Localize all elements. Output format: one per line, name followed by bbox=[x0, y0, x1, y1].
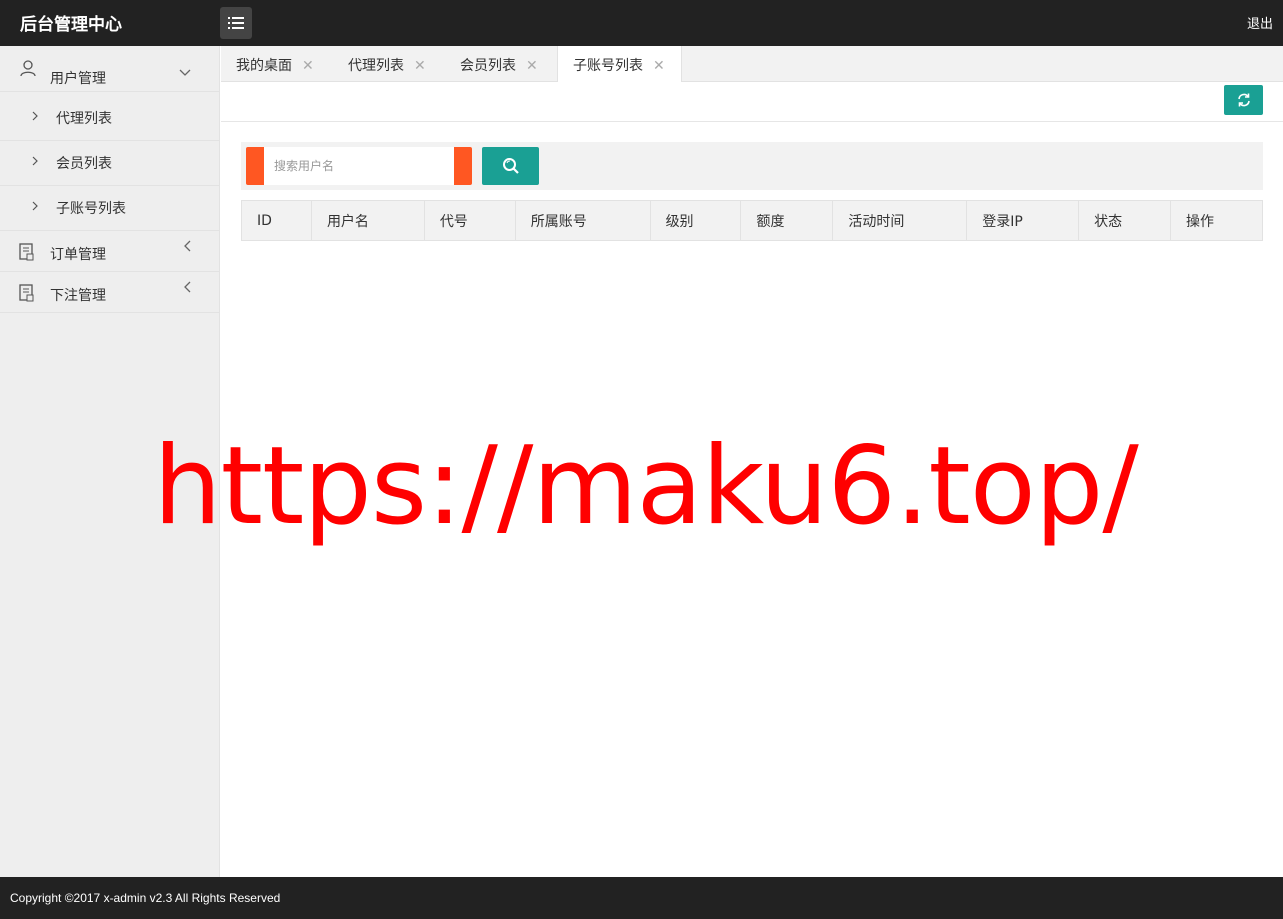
tab-label: 会员列表 bbox=[460, 58, 516, 74]
copyright-text: Copyright ©2017 x-admin v2.3 All Rights … bbox=[10, 891, 281, 905]
tab-my-desktop[interactable]: 我的桌面 ✕ bbox=[236, 46, 314, 82]
column-header-code: 代号 bbox=[423, 200, 516, 241]
tab-bar: 我的桌面 ✕ 代理列表 ✕ 会员列表 ✕ 子账号列表 ✕ bbox=[221, 46, 1283, 83]
top-header: 后台管理中心 退出 bbox=[0, 0, 1283, 46]
tab-label: 我的桌面 bbox=[236, 58, 292, 74]
column-header-activity-time: 活动时间 bbox=[832, 200, 968, 241]
search-input-wrapper bbox=[246, 147, 472, 185]
menu-icon bbox=[228, 17, 244, 29]
tab-agent-list[interactable]: 代理列表 ✕ bbox=[348, 46, 426, 82]
close-icon[interactable]: ✕ bbox=[302, 58, 314, 74]
user-icon bbox=[19, 59, 37, 81]
sidebar-group-label: 用户管理 bbox=[50, 71, 106, 87]
sidebar-group-user-management[interactable]: 用户管理 bbox=[0, 46, 219, 92]
tab-label: 子账号列表 bbox=[573, 58, 643, 74]
sidebar-item-label: 代理列表 bbox=[56, 111, 112, 127]
close-icon[interactable]: ✕ bbox=[653, 58, 665, 74]
sidebar-item-label: 会员列表 bbox=[56, 156, 112, 172]
refresh-button[interactable] bbox=[1224, 85, 1263, 115]
document-icon bbox=[19, 284, 35, 306]
sidebar-item-agent-list[interactable]: 代理列表 bbox=[0, 92, 219, 141]
chevron-right-icon bbox=[32, 110, 39, 124]
tab-subaccount-list[interactable]: 子账号列表 ✕ bbox=[557, 46, 682, 83]
sidebar-group-label: 订单管理 bbox=[50, 247, 106, 263]
app-title: 后台管理中心 bbox=[20, 15, 122, 35]
search-button[interactable] bbox=[482, 147, 539, 185]
search-panel bbox=[241, 142, 1263, 190]
column-header-status: 状态 bbox=[1078, 200, 1171, 241]
footer: Copyright ©2017 x-admin v2.3 All Rights … bbox=[0, 877, 1283, 919]
sidebar-group-order-management[interactable]: 订单管理 bbox=[0, 231, 219, 272]
sidebar-item-member-list[interactable]: 会员列表 bbox=[0, 141, 219, 186]
search-input[interactable] bbox=[264, 147, 454, 185]
watermark-url: https://maku6.top/ bbox=[153, 424, 1139, 549]
column-header-parent-account: 所属账号 bbox=[514, 200, 651, 241]
sidebar-group-bet-management[interactable]: 下注管理 bbox=[0, 272, 219, 313]
column-header-credit: 额度 bbox=[740, 200, 834, 241]
logout-link[interactable]: 退出 bbox=[1247, 13, 1273, 32]
chevron-left-icon bbox=[183, 240, 191, 255]
close-icon[interactable]: ✕ bbox=[414, 58, 426, 74]
close-icon[interactable]: ✕ bbox=[526, 58, 538, 74]
column-header-id: ID bbox=[241, 200, 312, 241]
table-header-row: ID 用户名 代号 所属账号 级别 额度 活动时间 登录IP 状态 操作 bbox=[241, 200, 1263, 241]
chevron-left-icon bbox=[183, 281, 191, 296]
column-header-level: 级别 bbox=[649, 200, 742, 241]
menu-toggle-button[interactable] bbox=[220, 7, 252, 39]
sidebar-item-label: 子账号列表 bbox=[56, 201, 126, 217]
search-icon bbox=[502, 158, 519, 174]
sidebar-group-label: 下注管理 bbox=[50, 288, 106, 304]
column-header-username: 用户名 bbox=[310, 200, 425, 241]
column-header-login-ip: 登录IP bbox=[966, 200, 1080, 241]
column-header-actions: 操作 bbox=[1170, 200, 1263, 241]
tab-member-list[interactable]: 会员列表 ✕ bbox=[460, 46, 538, 82]
chevron-right-icon bbox=[32, 155, 39, 169]
tab-label: 代理列表 bbox=[348, 58, 404, 74]
chevron-right-icon bbox=[32, 200, 39, 214]
chevron-down-icon bbox=[179, 66, 191, 80]
content-toolbar bbox=[221, 82, 1283, 122]
subaccount-table: ID 用户名 代号 所属账号 级别 额度 活动时间 登录IP 状态 操作 bbox=[241, 200, 1263, 241]
refresh-icon bbox=[1237, 93, 1250, 107]
sidebar-item-subaccount-list[interactable]: 子账号列表 bbox=[0, 186, 219, 231]
document-icon bbox=[19, 243, 35, 265]
